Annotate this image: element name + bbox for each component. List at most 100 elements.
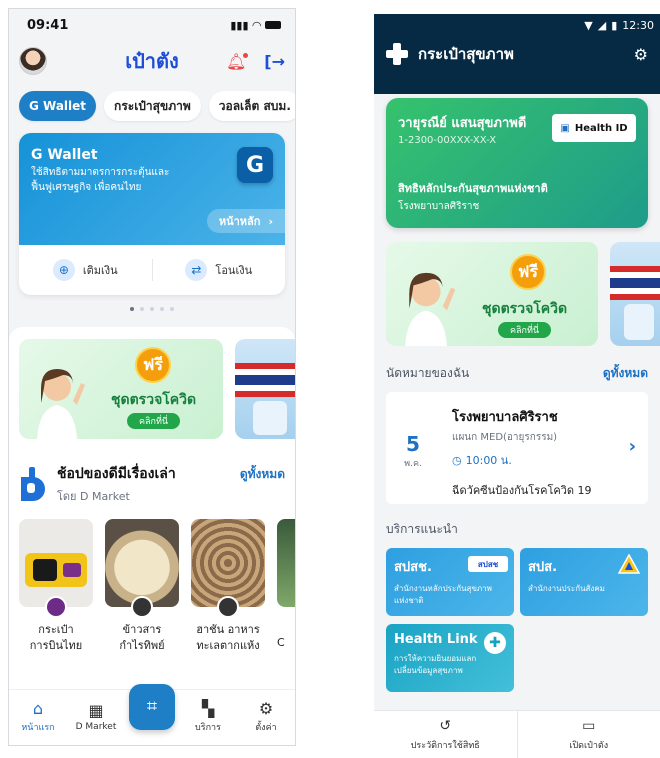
g-wallet-card[interactable]: G Wallet ใช้สิทธิตามมาตรการกระตุ้นและฟื้… (19, 133, 285, 295)
carousel-dot[interactable] (170, 307, 174, 311)
nav-dmarket[interactable]: ▦ D Market (71, 701, 121, 733)
registered-hospital: โรงพยาบาลศิริราช (398, 201, 480, 212)
thai-flag-banner[interactable] (235, 339, 295, 439)
product-card[interactable]: ข้าวสาร กำไรทิพย์ (105, 519, 179, 654)
sso-logo-icon (618, 554, 640, 574)
carousel-dot[interactable] (130, 307, 134, 311)
health-card[interactable]: วายุรณีย์ แสนสุขภาพดี 1-2300-00XXX-XX-X … (386, 98, 648, 228)
wallet-home-button[interactable]: หน้าหลัก › (206, 209, 285, 233)
product-card[interactable]: ฮาชัน อาหาร ทะเลตากแห้ง (191, 519, 265, 654)
appointment-month: พ.ค. (404, 459, 422, 469)
product-list: กระเป๋า การบินไทย ข้าวสาร กำไรทิพย์ ฮาชั… (9, 505, 295, 654)
see-all-link[interactable]: ดูทั้งหมด (240, 465, 285, 484)
nav-services[interactable]: ▚ บริการ (183, 701, 233, 734)
product-image (191, 519, 265, 607)
product-name-line: กระเป๋า (38, 623, 74, 636)
flag-stripe (235, 375, 295, 385)
product-image (277, 519, 295, 607)
product-card[interactable]: C (277, 519, 295, 654)
girl-illustration (37, 369, 85, 439)
covid-banner-text: ชุดตรวจโควิด (111, 392, 197, 408)
seller-logo-icon (217, 596, 239, 618)
product-name-line: ข้าวสาร (122, 623, 162, 636)
tab-health-wallet[interactable]: กระเป๋าสุขภาพ (104, 91, 201, 121)
nav-settings[interactable]: ⚙ ตั้งค่า (241, 701, 291, 734)
covid-banner-text: ชุดตรวจโควิด (482, 301, 568, 317)
covid-test-banner[interactable]: ฟรี ชุดตรวจโควิด คลิกที่นี่ (19, 339, 223, 439)
nav-open-wallet[interactable]: ▭ เปิดเป๋าตัง (516, 711, 660, 758)
wifi-icon: ▼ (584, 18, 593, 32)
store-icon: ▦ (88, 701, 104, 720)
wallet-home-label: หน้าหลัก (218, 215, 261, 228)
product-name: ฮาชัน อาหาร ทะเลตากแห้ง (191, 622, 265, 654)
tab-g-wallet[interactable]: G Wallet (19, 91, 97, 121)
covid-test-banner[interactable]: ฟรี ชุดตรวจโควิด คลิกที่นี่ (386, 242, 598, 346)
seller-logo-icon (45, 596, 67, 618)
nav-history-label: ประวัติการใช้สิทธิ (410, 740, 480, 751)
service-description: สำนักงานประกันสังคม (528, 584, 605, 593)
bottom-nav: ⌂ หน้าแรก ▦ D Market ⌗ ▚ บริการ ⚙ ตั้งค่… (9, 683, 295, 745)
appointment-time-label: 10:00 น. (465, 454, 512, 467)
gear-icon: ⚙ (258, 699, 274, 718)
seller-logo-icon (131, 596, 153, 618)
bell-icon[interactable]: 🔔︎ (226, 52, 249, 71)
g-logo-icon: G (237, 147, 273, 183)
logout-icon[interactable]: [→ (264, 52, 285, 71)
flag-stripe (610, 278, 660, 288)
thai-flag-banner[interactable] (610, 242, 660, 346)
section-title: บริการแนะนำ (386, 522, 458, 536)
product-image (19, 519, 93, 607)
service-card-sso[interactable]: สปส. สำนักงานประกันสังคม (520, 548, 648, 616)
wifi-icon: ◠ (252, 18, 261, 32)
service-card-health-link[interactable]: Health Link การให้ความยินยอมแลกเปลี่ยนข้… (386, 624, 514, 692)
tab-bond-wallet[interactable]: วอลเล็ต สบม. (208, 91, 295, 121)
dmarket-section-header: ช้อปของดีมีเรื่องเล่า โดย D Market ดูทั้… (9, 439, 295, 505)
wallet-icon: ▭ (582, 717, 596, 734)
service-card-nhso[interactable]: สปสช. สำนักงานหลักประกันสุขภาพแห่งชาติ ส… (386, 548, 514, 616)
topup-button[interactable]: ⊕ เติมเงิน (19, 259, 152, 281)
scan-qr-button[interactable]: ⌗ (129, 683, 175, 730)
nav-history[interactable]: ↺ ประวัติการใช้สิทธิ (374, 711, 517, 758)
paotang-home-screen: 09:41 ▮▮▮ ◠ เป๋าตัง 🔔︎ [→ G Wallet กระเป… (8, 8, 296, 746)
product-card[interactable]: กระเป๋า การบินไทย (19, 519, 93, 654)
click-here-button[interactable]: คลิกที่นี่ (498, 322, 552, 338)
vial-icon (253, 401, 287, 435)
health-link-icon: ✚ (484, 632, 506, 654)
product-name-line: ทะเลตากแห้ง (196, 639, 260, 652)
free-badge: ฟรี (135, 347, 171, 383)
service-description: สำนักงานหลักประกันสุขภาพแห่งชาติ (394, 584, 492, 605)
carousel-dot[interactable] (160, 307, 164, 311)
section-title: นัดหมายของฉัน (386, 366, 470, 380)
health-id-label: Health ID (574, 122, 628, 134)
transfer-button[interactable]: ⇄ โอนเงิน (153, 259, 286, 281)
carousel-dot[interactable] (150, 307, 154, 311)
dmarket-subtitle: โดย D Market (57, 490, 130, 503)
chevron-right-icon: › (268, 214, 273, 228)
health-cross-icon (386, 43, 408, 65)
services-header: บริการแนะนำ (386, 520, 648, 539)
carousel-dots (9, 295, 295, 323)
promo-banners: ฟรี ชุดตรวจโควิด คลิกที่นี่ (386, 242, 660, 346)
signal-icon: ◢ (597, 18, 607, 32)
click-here-button[interactable]: คลิกที่นี่ (127, 413, 181, 429)
status-icons: ▮▮▮ ◠ (230, 19, 281, 32)
grid-icon: ▚ (201, 699, 215, 718)
dmarket-logo-icon (21, 467, 45, 501)
chevron-right-icon: › (628, 436, 636, 457)
see-all-link[interactable]: ดูทั้งหมด (603, 364, 648, 383)
appointment-day: 5 (406, 432, 420, 456)
coverage-right: สิทธิหลักประกันสุขภาพแห่งชาติ (398, 182, 548, 195)
health-id-button[interactable]: ▣ Health ID (552, 114, 636, 142)
gear-icon[interactable]: ⚙ (634, 45, 648, 64)
appointment-card[interactable]: 5 พ.ค. โรงพยาบาลศิริราช แผนก MED(อายุรกร… (386, 392, 648, 504)
girl-illustration (405, 272, 456, 346)
nav-home-label: หน้าแรก (21, 723, 55, 733)
dmarket-title: ช้อปของดีมีเรื่องเล่า (57, 466, 176, 482)
vial-icon (624, 304, 654, 340)
nav-home[interactable]: ⌂ หน้าแรก (13, 701, 63, 734)
appointment-date: 5 พ.ค. (386, 432, 440, 470)
carousel-dot[interactable] (140, 307, 144, 311)
home-icon: ⌂ (32, 699, 44, 718)
appointment-time: ◷ 10:00 น. (452, 451, 592, 469)
product-name-line: กำไรทิพย์ (119, 639, 165, 652)
